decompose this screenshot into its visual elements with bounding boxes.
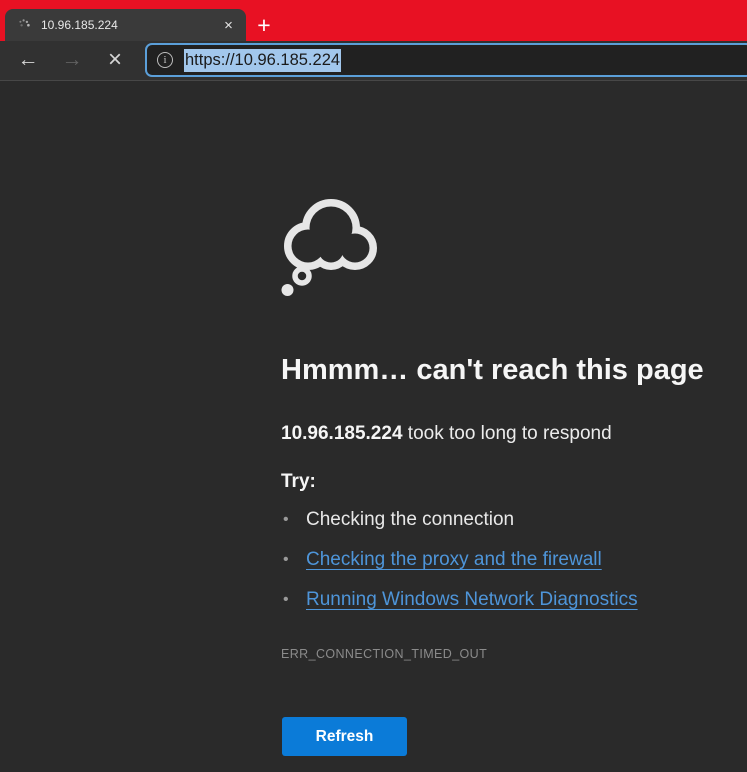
- tab-strip: 10.96.185.224 × +: [0, 0, 747, 41]
- error-host: 10.96.185.224: [281, 423, 403, 444]
- thought-bubble-icon: [281, 198, 377, 298]
- error-code: ERR_CONNECTION_TIMED_OUT: [281, 647, 487, 661]
- suggestion-list: • Checking the connection • Checking the…: [283, 500, 638, 620]
- browser-tab[interactable]: 10.96.185.224 ×: [5, 9, 246, 41]
- browser-window: 10.96.185.224 × + ← → × i https://10.96.…: [0, 0, 747, 772]
- error-message-rest: took too long to respond: [403, 423, 612, 444]
- address-bar[interactable]: i https://10.96.185.224: [145, 43, 747, 77]
- url-input[interactable]: https://10.96.185.224: [184, 51, 341, 70]
- bullet-icon: •: [283, 551, 306, 569]
- tab-title: 10.96.185.224: [41, 18, 218, 32]
- tab-close-icon[interactable]: ×: [218, 15, 239, 36]
- try-label: Try:: [281, 471, 316, 493]
- browser-toolbar: ← → × i https://10.96.185.224: [0, 41, 747, 81]
- list-item: • Running Windows Network Diagnostics: [283, 580, 638, 620]
- loading-spinner-favicon-icon: [16, 17, 32, 33]
- site-info-icon[interactable]: i: [157, 52, 173, 68]
- list-item: • Checking the connection: [283, 500, 638, 540]
- bullet-icon: •: [283, 591, 306, 609]
- forward-icon: →: [57, 45, 87, 75]
- refresh-button[interactable]: Refresh: [282, 717, 407, 756]
- bullet-icon: •: [283, 511, 306, 529]
- stop-icon[interactable]: ×: [100, 45, 130, 75]
- suggestion-check-connection: Checking the connection: [306, 509, 514, 531]
- new-tab-button[interactable]: +: [250, 11, 278, 39]
- back-icon[interactable]: ←: [13, 45, 43, 75]
- url-selected-text: https://10.96.185.224: [184, 49, 341, 72]
- error-page-title: Hmmm… can't reach this page: [281, 354, 704, 387]
- suggestion-proxy-firewall-link[interactable]: Checking the proxy and the firewall: [306, 549, 602, 571]
- suggestion-network-diagnostics-link[interactable]: Running Windows Network Diagnostics: [306, 589, 638, 611]
- list-item: • Checking the proxy and the firewall: [283, 540, 638, 580]
- error-message: 10.96.185.224 took too long to respond: [281, 423, 612, 445]
